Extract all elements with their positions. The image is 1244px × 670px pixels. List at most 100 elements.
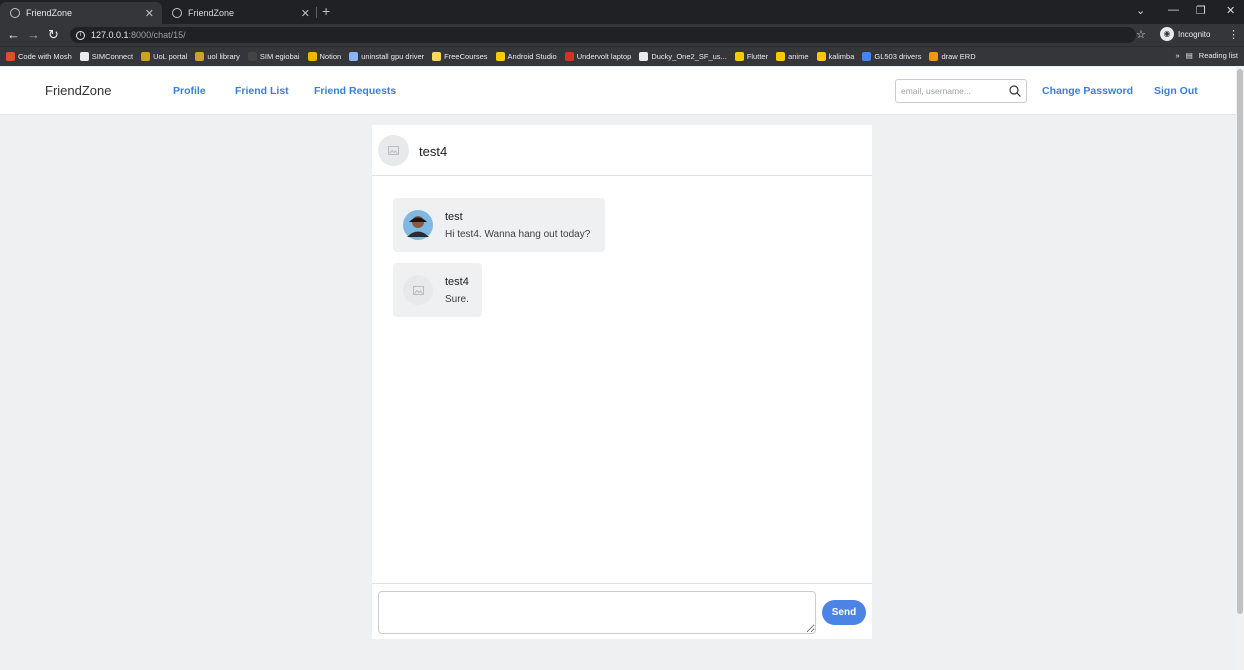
bookmark-item[interactable]: SIM egiobai [247,52,300,61]
bookmark-favicon-icon [734,52,744,61]
browser-tab-inactive[interactable]: FriendZone ✕ [162,2,318,24]
chat-partner-name: test4 [419,144,448,159]
bookmark-favicon-icon [79,52,89,61]
bookmark-favicon-icon [307,52,317,61]
bookmark-item[interactable]: Android Studio [495,52,557,61]
sign-out-link[interactable]: Sign Out [1154,85,1198,97]
incognito-icon: ◉ [1160,27,1174,41]
bookmark-item[interactable]: UoL portal [141,52,187,61]
image-placeholder-icon [412,285,424,295]
bookmark-item[interactable]: Code with Mosh [6,52,72,61]
user-photo-avatar [403,210,433,240]
search-box [895,79,1027,103]
bookmark-item[interactable]: Notion [307,52,342,61]
message-text: Sure. [445,294,469,305]
bookmark-label: UoL portal [153,52,188,61]
message-author: test [445,211,463,223]
bookmark-item[interactable]: draw ERD [929,52,976,61]
partner-avatar [378,135,409,166]
bookmark-favicon-icon [776,52,786,61]
search-icon[interactable] [1008,84,1022,98]
close-tab-icon[interactable]: ✕ [301,7,310,20]
page-viewport: FriendZone Profile Friend List Friend Re… [0,67,1236,670]
brand-logo-text[interactable]: FriendZone [45,83,111,98]
bookmark-label: anime [788,52,809,61]
back-icon[interactable]: ← [7,27,20,42]
search-input[interactable] [901,83,1001,99]
close-tab-icon[interactable]: ✕ [145,7,154,20]
nav-link-friend-list[interactable]: Friend List [235,85,289,97]
page-scrollbar[interactable] [1236,67,1244,670]
bookmark-label: SIMConnect [91,52,134,61]
bookmark-favicon-icon [564,52,574,61]
minimize-icon[interactable]: — [1168,4,1179,16]
bookmark-item[interactable]: Ducky_One2_SF_us... [639,52,727,61]
forward-icon[interactable]: → [27,27,40,42]
chat-panel: test4 test Hi test4. Wanna hang out toda… [372,125,872,639]
bookmarks-bar: Code with Mosh SIMConnect UoL portal uol li… [0,46,1244,66]
browser-toolbar: ← → ↻ i 127.0.0.1:8000/chat/15/ ☆ ◉ Inco… [0,24,1244,46]
chat-message: test Hi test4. Wanna hang out today? [393,198,605,252]
bookmarks-right: » ▤ Reading list [1176,51,1238,60]
incognito-indicator[interactable]: ◉ Incognito [1160,27,1210,41]
bookmark-label: Notion [319,52,342,61]
bookmark-label: Android Studio [507,52,557,61]
bookmark-favicon-icon [6,52,15,61]
more-bookmarks-button[interactable]: » [1176,51,1180,60]
bookmark-label: FreeCourses [444,52,488,61]
bookmark-label: uninstall gpu driver [361,52,425,61]
bookmark-item[interactable]: uol library [195,52,240,61]
bookmark-item[interactable]: Undervolt laptop [564,52,632,61]
bookmark-favicon-icon [495,52,505,61]
bookmark-label: Code with Mosh [18,52,72,61]
bookmark-item[interactable]: Flutter [734,52,769,61]
bookmark-label: GL503 drivers [874,52,922,61]
close-window-icon[interactable]: ✕ [1226,4,1235,17]
bookmark-favicon-icon [247,52,257,61]
change-password-link[interactable]: Change Password [1042,85,1133,97]
browser-tab-strip: FriendZone ✕ FriendZone ✕ + ⌄ — ❐ ✕ [0,0,1244,24]
bookmark-item[interactable]: GL503 drivers [862,52,921,61]
bookmark-favicon-icon [195,52,205,61]
bookmark-label: Flutter [746,52,769,61]
browser-menu-icon[interactable]: ⋮ [1228,28,1239,41]
bookmark-favicon-icon [639,52,649,61]
bookmark-label: kalimba [828,52,855,61]
bookmark-favicon-icon [141,52,151,61]
restore-icon[interactable]: ❐ [1196,4,1206,17]
bookmark-label: Ducky_One2_SF_us... [651,52,727,61]
reload-icon[interactable]: ↻ [48,27,59,43]
bookmark-star-icon[interactable]: ☆ [1136,28,1146,41]
send-button[interactable]: Send [822,600,866,625]
message-composer: Send [372,583,872,639]
browser-tab-active[interactable]: FriendZone ✕ [0,2,162,24]
bookmark-item[interactable]: FreeCourses [432,52,488,61]
scrollbar-thumb[interactable] [1237,69,1243,614]
nav-link-profile[interactable]: Profile [173,85,206,97]
url-host: 127.0.0.1 [91,30,129,40]
reading-list-icon: ▤ [1185,51,1193,60]
tab-title: FriendZone [26,8,73,18]
bookmark-favicon-icon [349,52,359,61]
reading-list-button[interactable]: Reading list [1199,51,1238,60]
bookmark-label: draw ERD [941,52,976,61]
bookmark-item[interactable]: SIMConnect [79,52,134,61]
bookmark-favicon-icon [816,52,826,61]
message-input[interactable] [378,591,816,634]
site-navbar: FriendZone Profile Friend List Friend Re… [0,67,1236,115]
new-tab-button[interactable]: + [322,3,330,19]
bookmark-item[interactable]: kalimba [816,52,855,61]
nav-link-friend-requests[interactable]: Friend Requests [314,85,396,97]
address-bar[interactable]: i 127.0.0.1:8000/chat/15/ [70,27,1136,43]
bookmark-item[interactable]: anime [776,52,809,61]
info-icon[interactable]: i [76,30,85,40]
bookmark-favicon-icon [929,52,939,61]
url-path: :8000/chat/15/ [128,30,186,40]
bookmark-item[interactable]: uninstall gpu driver [349,52,424,61]
bookmark-label: uol library [207,52,240,61]
tab-title: FriendZone [188,8,235,18]
globe-icon [10,8,20,18]
tab-search-icon[interactable]: ⌄ [1136,4,1145,17]
bookmark-label: Undervolt laptop [576,52,632,61]
chat-header: test4 [372,125,872,176]
